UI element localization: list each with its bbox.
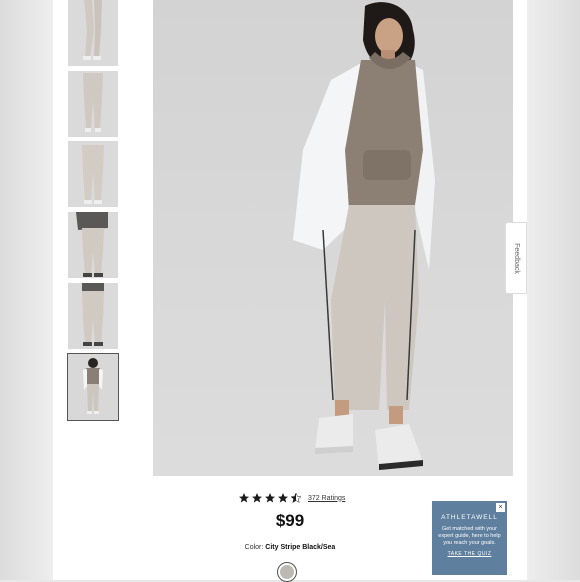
thumbnail-2[interactable] [68, 71, 118, 137]
star-icon-full [278, 493, 288, 503]
feedback-tab[interactable]: Feedback [505, 222, 527, 294]
color-label: Color: [244, 544, 264, 551]
take-quiz-link[interactable]: TAKE THE QUIZ [432, 551, 507, 557]
left-margin [0, 0, 53, 580]
color-selection-label: Color: City Stripe Black/Sea [240, 544, 340, 551]
thumbnail-1[interactable] [68, 0, 118, 66]
color-value: City Stripe Black/Sea [265, 544, 336, 551]
athletawell-promo[interactable]: × ATHLETAWELL Get matched with your expe… [432, 501, 507, 575]
ratings-count-link[interactable]: 372 Ratings [308, 495, 345, 502]
model-photo [293, 2, 435, 470]
color-swatch[interactable] [277, 562, 297, 582]
star-icon-full [265, 493, 275, 503]
star-rating [238, 492, 302, 504]
close-icon[interactable]: × [496, 503, 505, 512]
product-main-image[interactable] [153, 0, 513, 476]
feedback-label: Feedback [512, 242, 520, 274]
thumbnail-6-selected[interactable] [67, 353, 119, 421]
star-icon-half [290, 492, 302, 504]
right-margin [527, 0, 580, 580]
thumbnail-3[interactable] [68, 141, 118, 207]
promo-text: Get matched with your expert guide, here… [438, 526, 501, 546]
product-rating: 372 Ratings [238, 491, 345, 505]
thumbnail-5[interactable] [68, 283, 118, 349]
promo-brand: ATHLETAWELL [441, 514, 498, 521]
product-price: $99 [275, 511, 305, 530]
thumbnail-4[interactable] [68, 212, 118, 278]
star-icon-full [239, 493, 249, 503]
star-icon-full [252, 493, 262, 503]
